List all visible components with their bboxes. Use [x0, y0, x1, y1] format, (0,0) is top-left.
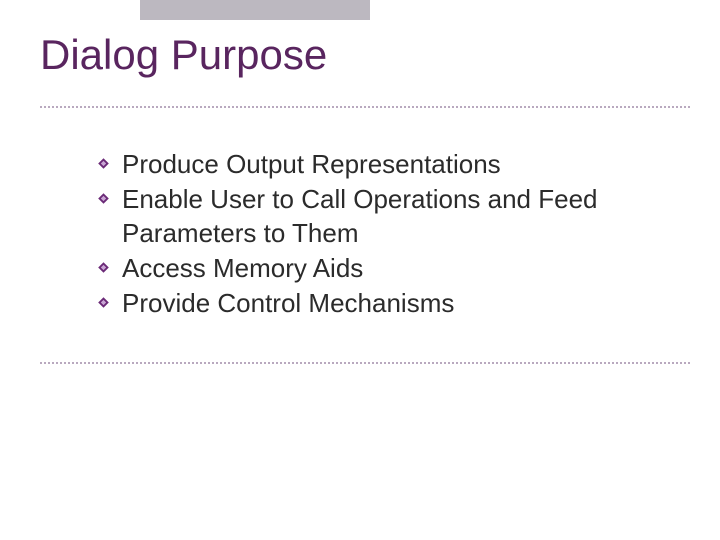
list-item: Produce Output Representations — [96, 148, 680, 181]
diamond-bullet-icon — [96, 295, 111, 310]
diamond-bullet-icon — [96, 191, 111, 206]
title-underline — [40, 106, 690, 108]
bullet-text: Provide Control Mechanisms — [122, 288, 454, 318]
slide: Dialog Purpose Produce Output Representa… — [0, 0, 720, 540]
list-item: Provide Control Mechanisms — [96, 287, 680, 320]
accent-bar — [140, 0, 370, 20]
bullet-text: Access Memory Aids — [122, 253, 363, 283]
content-underline — [40, 362, 690, 364]
list-item: Enable User to Call Operations and Feed … — [96, 183, 680, 250]
title-wrap: Dialog Purpose — [40, 32, 680, 88]
bullet-text: Enable User to Call Operations and Feed … — [122, 184, 598, 247]
bullet-text: Produce Output Representations — [122, 149, 501, 179]
list-item: Access Memory Aids — [96, 252, 680, 285]
slide-title: Dialog Purpose — [40, 32, 680, 88]
bullet-list: Produce Output Representations Enable Us… — [96, 148, 680, 322]
diamond-bullet-icon — [96, 260, 111, 275]
diamond-bullet-icon — [96, 156, 111, 171]
